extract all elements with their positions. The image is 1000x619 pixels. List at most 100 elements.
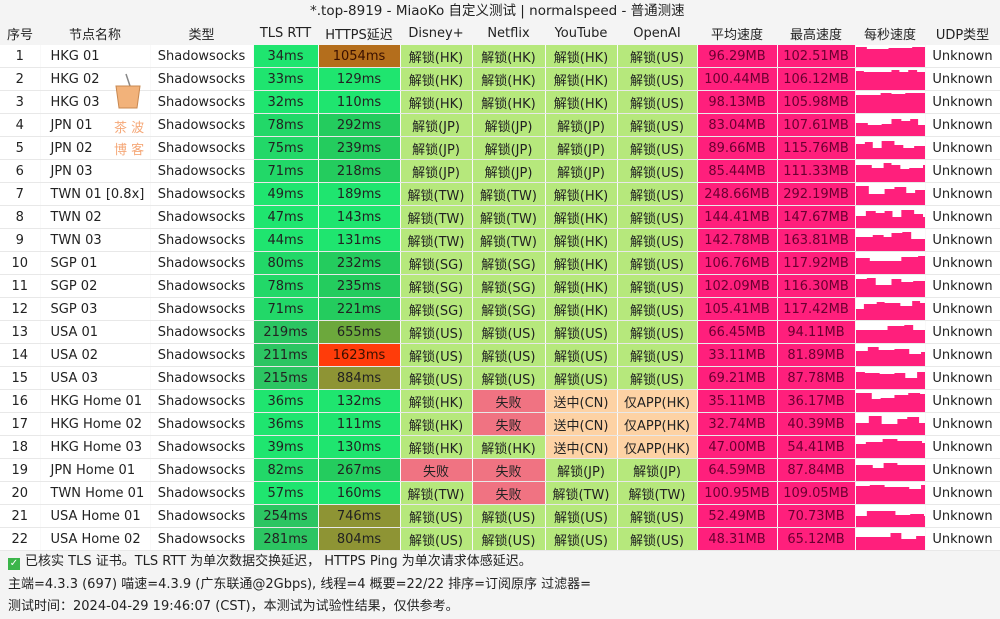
cell-disney: 解锁(HK) (400, 67, 473, 91)
cell-avg-speed: 35.11MB (697, 389, 778, 413)
speed-graph (855, 463, 924, 481)
cell-index: 8 (0, 205, 41, 229)
cell-node-name: JPN Home 01 (40, 458, 151, 482)
cell-type: Shadowsocks (150, 320, 254, 344)
cell-udp-type: Unknown (925, 113, 1000, 137)
cell-type: Shadowsocks (150, 527, 254, 551)
cell-node-name: JPN 02 (40, 136, 151, 160)
cell-https-latency: 884ms (318, 366, 401, 390)
cell-avg-speed: 142.78MB (697, 228, 778, 252)
speed-graph (855, 93, 924, 113)
cell-disney: 解锁(US) (400, 320, 473, 344)
speed-graph (855, 232, 924, 251)
cell-tls-rtt: 49ms (253, 182, 319, 206)
cell-max-speed: 54.41MB (777, 435, 856, 459)
cell-openai: 解锁(US) (617, 527, 698, 551)
cell-avg-speed: 66.45MB (697, 320, 778, 344)
table-row: 20 TWN Home 01 Shadowsocks 57ms 160ms 解锁(TW) 失… (0, 481, 1000, 505)
cell-openai: 解锁(US) (617, 159, 698, 183)
header-youtube: YouTube (545, 22, 617, 45)
cell-udp-type: Unknown (925, 527, 1000, 551)
cell-per-second-speed (855, 504, 926, 528)
cell-avg-speed: 52.49MB (697, 504, 778, 528)
cell-openai: 解锁(US) (617, 205, 698, 229)
speed-graph (855, 511, 924, 527)
cell-openai: 仅APP(HK) (617, 435, 698, 459)
cell-youtube: 解锁(US) (545, 527, 618, 551)
cell-type: Shadowsocks (150, 412, 254, 436)
cell-avg-speed: 85.44MB (697, 159, 778, 183)
cell-node-name: TWN 02 (40, 205, 151, 229)
cell-per-second-speed (855, 182, 926, 206)
cell-disney: 解锁(HK) (400, 90, 473, 114)
cell-index: 20 (0, 481, 41, 505)
cell-udp-type: Unknown (925, 458, 1000, 482)
cell-youtube: 解锁(JP) (545, 458, 618, 482)
cell-youtube: 解锁(HK) (545, 67, 618, 91)
cell-openai: 仅APP(HK) (617, 412, 698, 436)
cell-avg-speed: 98.13MB (697, 90, 778, 114)
cell-https-latency: 129ms (318, 67, 401, 91)
cell-index: 5 (0, 136, 41, 160)
cell-type: Shadowsocks (150, 481, 254, 505)
cell-udp-type: Unknown (925, 67, 1000, 91)
cell-type: Shadowsocks (150, 136, 254, 160)
cell-youtube: 解锁(JP) (545, 113, 618, 137)
cell-type: Shadowsocks (150, 458, 254, 482)
cell-youtube: 解锁(HK) (545, 182, 618, 206)
cell-udp-type: Unknown (925, 274, 1000, 298)
cell-tls-rtt: 39ms (253, 435, 319, 459)
cell-max-speed: 116.30MB (777, 274, 856, 298)
cell-index: 3 (0, 90, 41, 114)
cell-youtube: 解锁(US) (545, 343, 618, 367)
cell-netflix: 解锁(TW) (472, 182, 546, 206)
cell-avg-speed: 144.41MB (697, 205, 778, 229)
cell-disney: 解锁(TW) (400, 228, 473, 252)
cell-tls-rtt: 211ms (253, 343, 319, 367)
cell-udp-type: Unknown (925, 159, 1000, 183)
speed-graph (855, 256, 924, 274)
speed-graph (855, 163, 924, 182)
cell-netflix: 解锁(HK) (472, 435, 546, 459)
cell-openai: 解锁(US) (617, 90, 698, 114)
cell-udp-type: Unknown (925, 343, 1000, 367)
cell-avg-speed: 89.66MB (697, 136, 778, 160)
cell-max-speed: 102.51MB (777, 45, 856, 68)
cell-tls-rtt: 80ms (253, 251, 319, 275)
header-max-speed: 最高速度 (777, 22, 855, 45)
cell-https-latency: 804ms (318, 527, 401, 551)
cell-https-latency: 1623ms (318, 343, 401, 367)
speed-graph (855, 325, 924, 343)
cell-node-name: JPN 03 (40, 159, 151, 183)
cell-youtube: 解锁(JP) (545, 159, 618, 183)
cell-openai: 解锁(TW) (617, 481, 698, 505)
cell-max-speed: 117.92MB (777, 251, 856, 275)
speed-graph (855, 416, 924, 435)
cell-tls-rtt: 219ms (253, 320, 319, 344)
cell-netflix: 解锁(US) (472, 343, 546, 367)
cell-node-name: HKG 01 (40, 45, 151, 68)
cell-openai: 解锁(JP) (617, 458, 698, 482)
cell-tls-rtt: 71ms (253, 159, 319, 183)
cell-index: 7 (0, 182, 41, 206)
cell-index: 1 (0, 45, 41, 68)
cell-max-speed: 111.33MB (777, 159, 856, 183)
cell-youtube: 送中(CN) (545, 389, 618, 413)
cell-youtube: 解锁(HK) (545, 251, 618, 275)
cell-max-speed: 107.61MB (777, 113, 856, 137)
cell-index: 18 (0, 435, 41, 459)
cell-index: 17 (0, 412, 41, 436)
cell-type: Shadowsocks (150, 251, 254, 275)
cell-index: 12 (0, 297, 41, 321)
header-type: 类型 (150, 22, 253, 45)
cell-type: Shadowsocks (150, 366, 254, 390)
cell-max-speed: 94.11MB (777, 320, 856, 344)
table-row: 17 HKG Home 02 Shadowsocks 36ms 111ms 解锁(HK) 失… (0, 412, 1000, 436)
cell-netflix: 解锁(US) (472, 527, 546, 551)
cell-max-speed: 147.67MB (777, 205, 856, 229)
cell-netflix: 失败 (472, 458, 546, 482)
cell-youtube: 解锁(HK) (545, 205, 618, 229)
speed-graph (855, 347, 924, 366)
speed-graph (855, 533, 924, 550)
cell-index: 16 (0, 389, 41, 413)
